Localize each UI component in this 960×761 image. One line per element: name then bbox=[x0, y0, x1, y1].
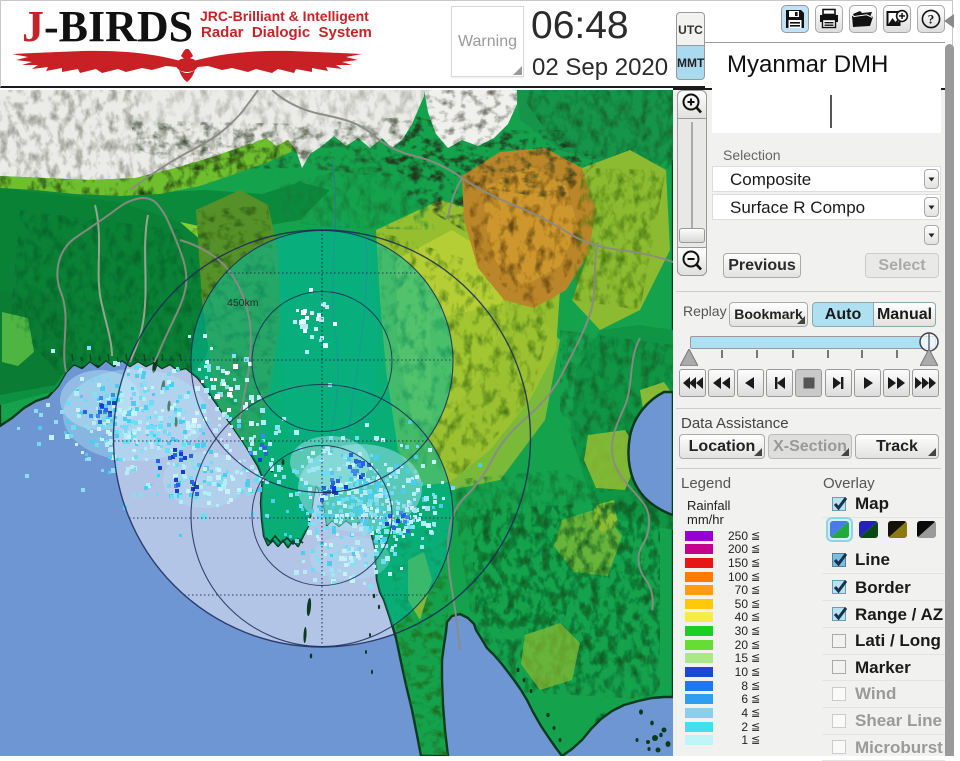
svg-text:450km: 450km bbox=[227, 297, 259, 309]
svg-text:?: ? bbox=[928, 12, 935, 27]
